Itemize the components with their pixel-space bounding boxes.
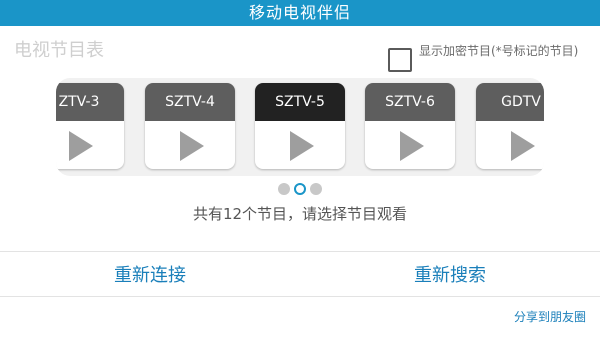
page-dot[interactable] xyxy=(310,183,322,195)
channel-name: GDTV xyxy=(476,83,544,121)
rescan-button[interactable]: 重新搜索 xyxy=(300,252,600,296)
play-icon xyxy=(69,131,93,161)
channel-name: SZTV-4 xyxy=(145,83,235,121)
reconnect-button[interactable]: 重新连接 xyxy=(0,252,300,296)
channel-card-selected[interactable]: SZTV-5 xyxy=(255,83,345,169)
show-encrypted-label[interactable]: 显示加密节目(*号标记的节目) xyxy=(419,43,589,60)
program-count-text: 共有12个节目，请选择节目观看 xyxy=(192,205,408,223)
play-icon xyxy=(511,131,535,161)
channel-name: SZTV-5 xyxy=(255,83,345,121)
play-icon xyxy=(290,131,314,161)
app-title: 移动电视伴侣 xyxy=(248,3,351,22)
channel-card[interactable]: SZTV-4 xyxy=(145,83,235,169)
play-icon xyxy=(180,131,204,161)
action-bar: 重新连接 重新搜索 xyxy=(0,252,600,296)
app-titlebar: 移动电视伴侣 xyxy=(0,0,600,26)
play-icon xyxy=(400,131,424,161)
channel-card[interactable]: GDTV xyxy=(476,83,544,169)
share-moments-link[interactable]: 分享到朋友圈 xyxy=(514,308,586,325)
program-guide-title: 电视节目表 xyxy=(14,40,104,61)
channel-name: SZTV-6 xyxy=(365,83,455,121)
channel-card[interactable]: SZTV-6 xyxy=(365,83,455,169)
page-dot-active[interactable] xyxy=(294,183,306,195)
channel-carousel[interactable]: ZTV-3 SZTV-4 SZTV-5 SZTV-6 GDTV xyxy=(56,78,544,176)
channel-name: ZTV-3 xyxy=(56,83,124,121)
channel-card[interactable]: ZTV-3 xyxy=(56,83,124,169)
show-encrypted-checkbox[interactable] xyxy=(388,48,412,72)
divider xyxy=(0,296,600,297)
page-indicator xyxy=(0,183,600,195)
page-dot[interactable] xyxy=(278,183,290,195)
